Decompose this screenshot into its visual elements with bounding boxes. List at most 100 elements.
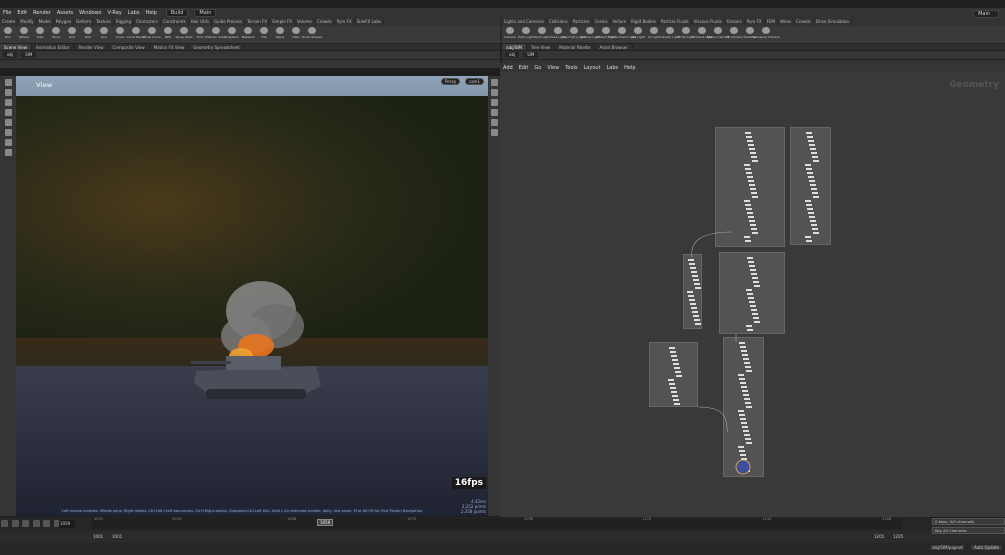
menu-labs[interactable]: Labs (125, 10, 143, 16)
shelf-tab[interactable]: Model (37, 18, 54, 26)
auto-update-button[interactable]: Auto Update (970, 545, 1002, 550)
shelf-tab[interactable]: Guide Process (212, 18, 246, 26)
view-icon[interactable] (4, 149, 12, 156)
shelf-tab[interactable]: Characters (134, 18, 161, 26)
tab-material-palette[interactable]: Material Palette (555, 44, 596, 50)
range-end-field[interactable]: 1205 (874, 534, 884, 539)
shelf-tab[interactable]: Rigging (114, 18, 134, 26)
tab-geometry-spreadsheet[interactable]: Geometry Spreadsheet (189, 44, 245, 50)
shading-icon[interactable] (490, 99, 498, 106)
range-start-field-2[interactable]: 1001 (112, 534, 122, 539)
path-obj[interactable]: obj (3, 52, 18, 58)
play-icon[interactable] (32, 520, 40, 527)
shelf-tool[interactable]: Grid (64, 27, 80, 39)
shelf-tab[interactable]: Constraints (161, 18, 189, 26)
shelf-tool[interactable]: Platonic Solids (205, 27, 227, 39)
path-sim[interactable]: SIM (523, 52, 539, 58)
net-menu-help[interactable]: Help (621, 65, 638, 71)
shelf-tab[interactable]: Wires (778, 18, 795, 26)
shelf-tab[interactable]: Pyro FX (335, 18, 355, 26)
shelf-tool[interactable]: Torus (48, 27, 64, 39)
path-sim[interactable]: SIM (21, 52, 37, 58)
shelf-tool[interactable]: Caustic Light (660, 27, 680, 39)
shelf-tab[interactable]: Crowds (315, 18, 335, 26)
menu-assets[interactable]: Assets (54, 10, 76, 16)
shelf-tool[interactable]: Spot Light (534, 27, 550, 39)
shelf-tool[interactable]: Box (0, 27, 16, 39)
shelf-tab[interactable]: Particle Fluids (659, 18, 692, 26)
shelf-tab[interactable]: Drive Simulation (814, 18, 852, 26)
shelf-tab[interactable]: Rigid Bodies (629, 18, 659, 26)
shelf-tool[interactable]: Point Light (518, 27, 534, 39)
lighting-icon[interactable] (490, 89, 498, 96)
net-menu-edit[interactable]: Edit (516, 65, 532, 71)
shelf-tab[interactable]: Hair Utils (189, 18, 212, 26)
tab-asset-browser[interactable]: Asset Browser (595, 44, 633, 50)
shelf-tab[interactable]: FEM (765, 18, 778, 26)
current-frame-field[interactable]: 1059 (59, 520, 75, 528)
scale-icon[interactable] (4, 109, 12, 116)
handle-icon[interactable] (4, 119, 12, 126)
stop-icon[interactable] (22, 520, 30, 527)
shelf-tab[interactable]: Viscous Fluids (692, 18, 725, 26)
tab-composite-view[interactable]: Composite View (109, 44, 150, 50)
tab-motion-fx-view[interactable]: Motion FX View (150, 44, 190, 50)
shelf-tab[interactable]: Texture (94, 18, 114, 26)
shelf-tab[interactable]: Grains (593, 18, 611, 26)
net-menu-labs[interactable]: Labs (604, 65, 622, 71)
shelf-tool[interactable]: L-System (224, 27, 240, 39)
paint-icon[interactable] (4, 139, 12, 146)
menu-render[interactable]: Render (30, 10, 54, 16)
menu-edit[interactable]: Edit (14, 10, 30, 16)
shelf-tab[interactable]: Crowds (794, 18, 814, 26)
shelf-tool[interactable]: Path (160, 27, 176, 39)
shelf-tool[interactable]: Quick Shapes (302, 27, 322, 39)
menu-file[interactable]: File (0, 10, 14, 16)
shelf-tab[interactable]: Lights and Cameras (502, 18, 547, 26)
shelf-tool[interactable]: Draw Curve (143, 27, 161, 39)
shelf-tab[interactable]: Collisions (547, 18, 571, 26)
menu-windows[interactable]: Windows (76, 10, 104, 16)
current-frame-marker[interactable]: 1059 (317, 519, 334, 526)
shelf-tool[interactable]: Line (96, 27, 112, 39)
path-obj[interactable]: obj (505, 52, 520, 58)
tab-network[interactable]: /obj/SIM (502, 44, 527, 50)
tab-scene-view[interactable]: Scene View (0, 44, 32, 50)
camera-icon[interactable] (490, 129, 498, 136)
shelf-tool[interactable]: Null (80, 27, 96, 39)
shelf-tab[interactable]: Polygon (54, 18, 75, 26)
persp-menu[interactable]: Persp (441, 78, 460, 85)
shelf-tab[interactable]: Deform (74, 18, 95, 26)
key-all-channels-button[interactable]: Key All Channels (932, 527, 1005, 534)
menu-help[interactable]: Help (142, 10, 159, 16)
shelf-tool[interactable]: Gamepad Camera (752, 27, 780, 39)
shelf-tab[interactable]: Simple FX (270, 18, 295, 26)
step-forward-icon[interactable] (43, 520, 51, 527)
net-menu-add[interactable]: Add (500, 65, 516, 71)
net-menu-go[interactable]: Go (531, 65, 544, 71)
grid-icon[interactable] (490, 109, 498, 116)
range-end-field-2[interactable]: 1205 (893, 534, 903, 539)
net-menu-layout[interactable]: Layout (581, 65, 604, 71)
shelf-tab[interactable]: Terrain FX (245, 18, 271, 26)
shelf-tool[interactable]: Stereo Camera (707, 27, 729, 39)
shelf-tool[interactable]: Spiral (272, 27, 288, 39)
tab-tree-view[interactable]: Tree View (527, 44, 556, 50)
shelf-tool[interactable]: Sky Light (630, 27, 646, 39)
shelf-tab[interactable]: Volume (295, 18, 315, 26)
net-menu-view[interactable]: View (544, 65, 562, 71)
menu-vray[interactable]: V-Ray (104, 10, 124, 16)
rotate-icon[interactable] (4, 99, 12, 106)
shelf-tool[interactable]: Tube (32, 27, 48, 39)
tab-render-view[interactable]: Render View (74, 44, 109, 50)
shelf-tool[interactable]: Curve Bezier (126, 27, 146, 39)
main-selector[interactable]: Main (194, 9, 217, 17)
network-canvas[interactable]: Geometry (500, 72, 1005, 517)
pose-icon[interactable] (4, 129, 12, 136)
shelf-tab[interactable]: Oceans (725, 18, 745, 26)
move-icon[interactable] (4, 89, 12, 96)
shelf-tab[interactable]: Vellum (611, 18, 630, 26)
timeline-ruler[interactable]: 1001 1024 1048 1072 1096 1120 1144 1168 … (92, 517, 902, 529)
select-icon[interactable] (4, 79, 12, 86)
range-start-field[interactable]: 1001 (93, 534, 103, 539)
